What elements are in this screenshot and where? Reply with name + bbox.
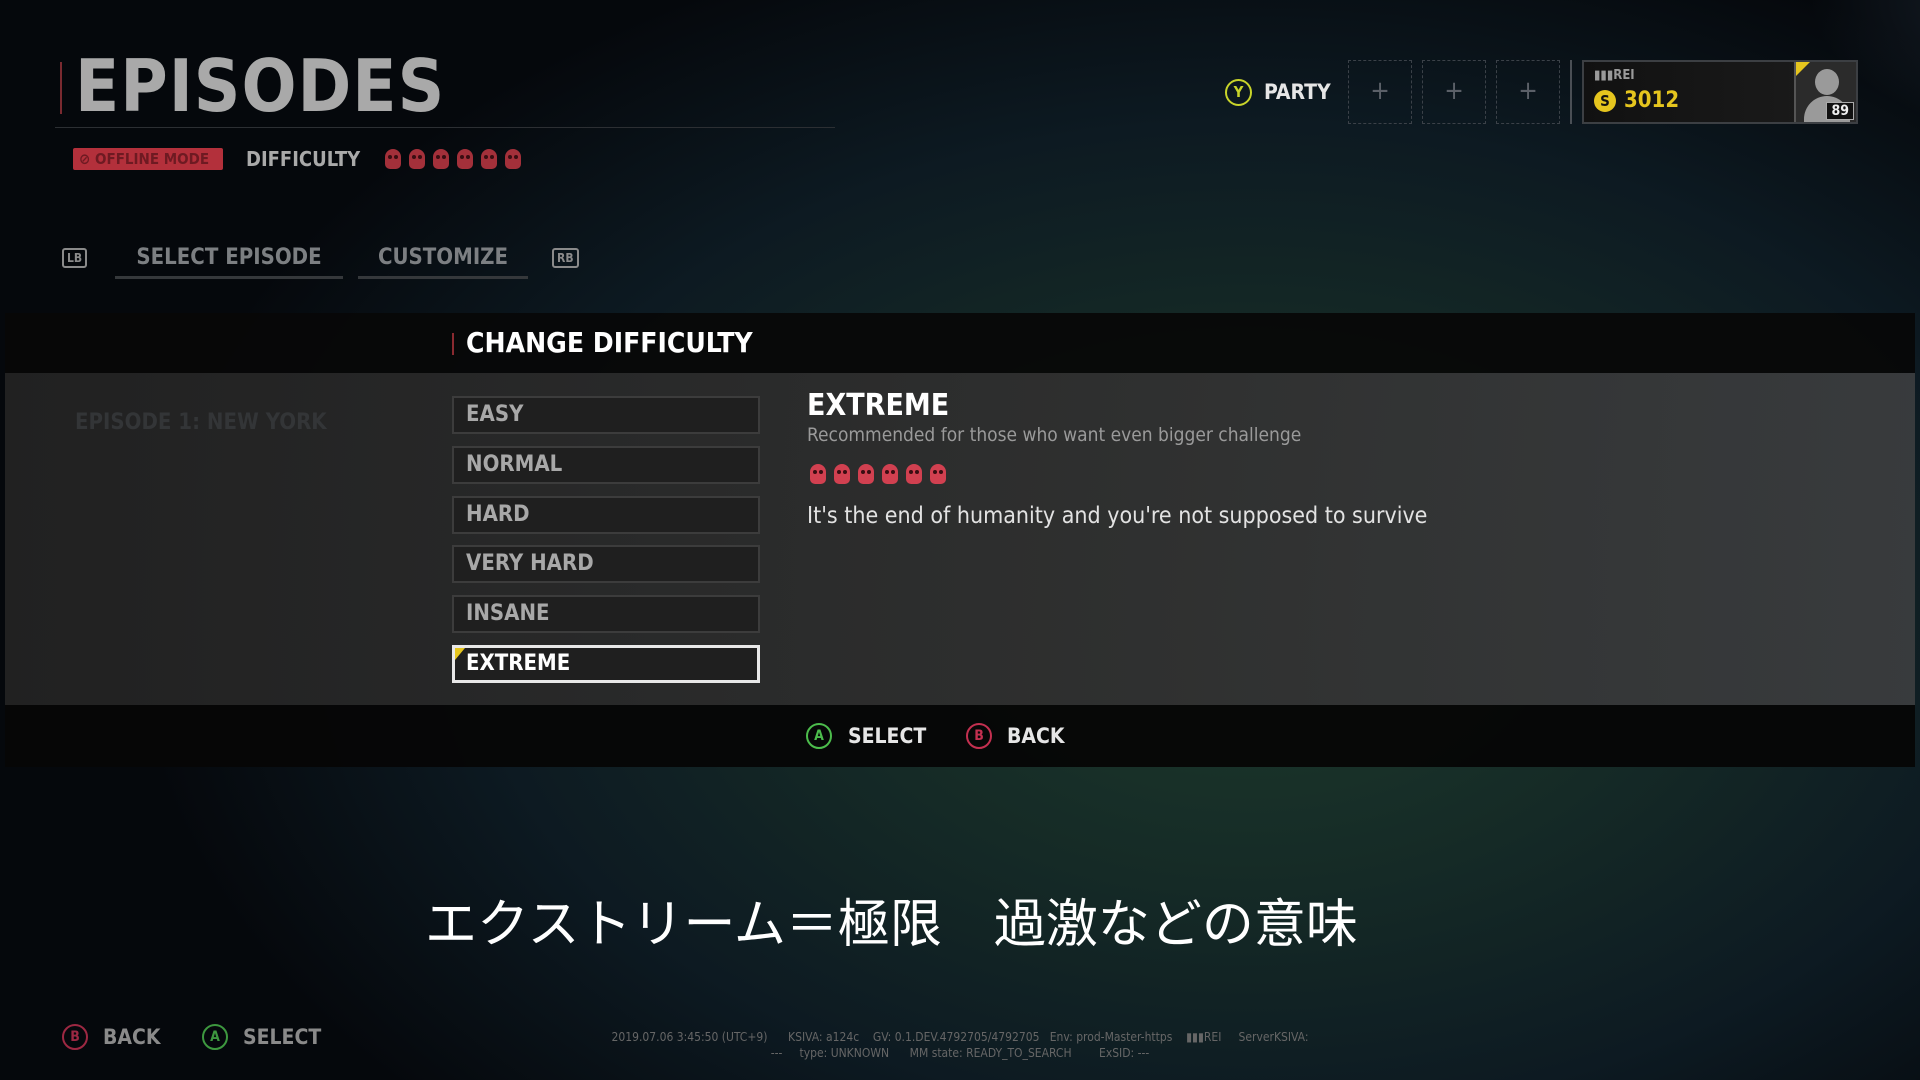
- detail-title: EXTREME: [807, 388, 950, 423]
- background-episode-item: EPISODE 1: NEW YORK: [75, 410, 327, 435]
- skull-icon: [810, 464, 826, 484]
- skull-icon: [505, 149, 521, 169]
- select-hint[interactable]: SELECT: [848, 724, 926, 748]
- dialog-header: [5, 313, 1915, 373]
- debug-info-line-2: --- type: UNKNOWN MM state: READY_TO_SEA…: [770, 1046, 1150, 1060]
- y-button-icon: Y: [1225, 79, 1252, 106]
- earth-background: [900, 0, 1920, 330]
- detail-skulls: [810, 464, 946, 484]
- difficulty-option-easy[interactable]: EASY: [452, 396, 760, 434]
- skull-icon: [834, 464, 850, 484]
- subtitle-caption: エクストリーム＝極限 過激などの意味: [425, 895, 1358, 955]
- dialog-title-accent: [452, 333, 454, 355]
- difficulty-option-insane[interactable]: INSANE: [452, 595, 760, 633]
- title-divider: [55, 127, 835, 128]
- offline-mode-badge: ⊘ OFFLINE MODE: [73, 148, 223, 170]
- divider: [1570, 60, 1572, 124]
- b-button-icon: B: [966, 723, 992, 749]
- player-level: 89: [1826, 102, 1854, 120]
- dialog-title: CHANGE DIFFICULTY: [466, 326, 753, 359]
- difficulty-label: DIFFICULTY: [246, 147, 361, 171]
- difficulty-skulls: [385, 149, 521, 169]
- detail-description: It's the end of humanity and you're not …: [807, 503, 1428, 529]
- detail-subtitle: Recommended for those who want even bigg…: [807, 424, 1302, 446]
- offline-mode-label: OFFLINE MODE: [95, 150, 210, 168]
- skull-icon: [433, 149, 449, 169]
- skull-icon: [882, 464, 898, 484]
- skull-icon: [481, 149, 497, 169]
- title-accent: [60, 62, 62, 114]
- player-name: ▮▮▮REI: [1594, 68, 1635, 83]
- currency-icon: S: [1594, 90, 1616, 112]
- skull-icon: [906, 464, 922, 484]
- currency-amount: 3012: [1624, 88, 1680, 113]
- tab-customize[interactable]: CUSTOMIZE: [358, 245, 528, 279]
- player-card[interactable]: ▮▮▮REI S 3012 89: [1582, 60, 1858, 124]
- skull-icon: [457, 149, 473, 169]
- debug-info-line-1: 2019.07.06 3:45:50 (UTC+9) KSIVA: a124c …: [611, 1030, 1309, 1044]
- party-slot-add[interactable]: +: [1348, 60, 1412, 124]
- party-button[interactable]: PARTY: [1264, 80, 1331, 104]
- difficulty-option-normal[interactable]: NORMAL: [452, 446, 760, 484]
- difficulty-option-hard[interactable]: HARD: [452, 496, 760, 534]
- dialog-footer: [5, 705, 1915, 767]
- party-slot-add[interactable]: +: [1496, 60, 1560, 124]
- skull-icon: [409, 149, 425, 169]
- avatar-head-icon: [1815, 69, 1839, 95]
- skull-icon: [385, 149, 401, 169]
- avatar-corner-marker: [1796, 62, 1810, 76]
- tab-select-episode[interactable]: SELECT EPISODE: [115, 245, 343, 279]
- party-slot-add[interactable]: +: [1422, 60, 1486, 124]
- avatar: 89: [1794, 62, 1856, 122]
- difficulty-option-extreme[interactable]: EXTREME: [452, 645, 760, 683]
- lb-button-icon[interactable]: LB: [62, 248, 88, 268]
- difficulty-option-very-hard[interactable]: VERY HARD: [452, 545, 760, 583]
- a-button-icon: A: [806, 723, 832, 749]
- skull-icon: [858, 464, 874, 484]
- back-hint[interactable]: BACK: [1007, 724, 1065, 748]
- rb-button-icon[interactable]: RB: [552, 248, 579, 268]
- skull-icon: [930, 464, 946, 484]
- page-title: EPISODES: [75, 44, 446, 128]
